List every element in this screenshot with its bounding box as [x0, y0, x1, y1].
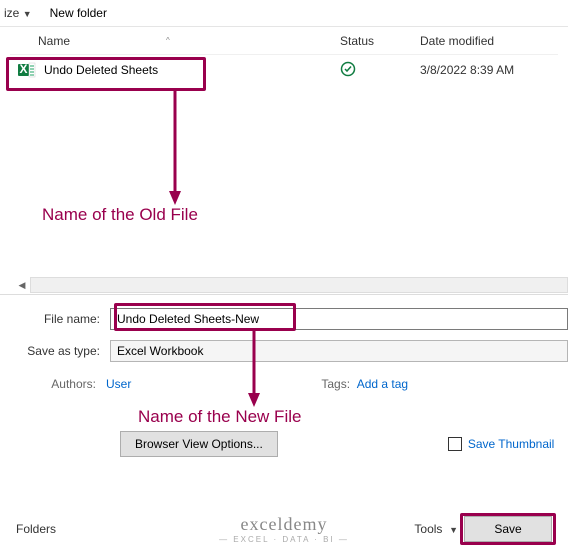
column-headers: Name^ Status Date modified	[10, 27, 558, 55]
file-name-input[interactable]	[110, 308, 568, 330]
svg-text:X: X	[19, 62, 27, 76]
watermark: exceldemy — EXCEL · DATA · BI —	[219, 514, 349, 544]
footer-bar: Folders exceldemy — EXCEL · DATA · BI — …	[0, 516, 568, 542]
browser-view-options-button[interactable]: Browser View Options...	[120, 431, 278, 457]
save-type-select[interactable]: Excel Workbook	[110, 340, 568, 362]
file-name: Undo Deleted Sheets	[44, 63, 158, 77]
annotation-label-old: Name of the Old File	[42, 205, 198, 225]
save-form: File name: Save as type: Excel Workbook …	[0, 295, 568, 457]
folders-toggle[interactable]: Folders	[16, 522, 56, 536]
authors-label: Authors:	[0, 377, 106, 391]
chevron-down-icon: ▼	[449, 525, 458, 535]
chevron-down-icon: ▼	[23, 9, 32, 19]
file-date: 3/8/2022 8:39 AM	[420, 63, 558, 77]
tags-value[interactable]: Add a tag	[357, 377, 408, 391]
column-date[interactable]: Date modified	[420, 34, 558, 48]
sort-caret-icon: ^	[166, 36, 170, 45]
excel-file-icon: X	[18, 61, 36, 79]
checkbox-icon[interactable]	[448, 437, 462, 451]
scroll-track[interactable]	[30, 277, 568, 293]
table-row[interactable]: X Undo Deleted Sheets 3/8/2022 8:39 AM	[10, 55, 558, 85]
horizontal-scrollbar[interactable]: ◀	[14, 276, 568, 294]
new-folder-button[interactable]: New folder	[50, 6, 107, 20]
annotation-arrow-2	[244, 331, 264, 407]
save-type-label: Save as type:	[0, 344, 110, 358]
annotation-label-new: Name of the New File	[138, 407, 301, 427]
save-thumbnail-option[interactable]: Save Thumbnail	[448, 437, 555, 451]
organize-menu[interactable]: ize ▼	[4, 6, 32, 20]
file-name-label: File name:	[0, 312, 110, 326]
toolbar: ize ▼ New folder	[0, 0, 568, 27]
status-check-icon	[340, 61, 356, 77]
save-button[interactable]: Save	[464, 516, 552, 542]
column-status[interactable]: Status	[340, 34, 420, 48]
scroll-left-icon[interactable]: ◀	[14, 277, 30, 293]
tools-menu[interactable]: Tools ▼	[414, 522, 458, 536]
tags-label: Tags:	[321, 377, 350, 391]
column-name[interactable]: Name^	[10, 34, 340, 48]
annotation-arrow-1	[165, 91, 185, 205]
authors-value[interactable]: User	[106, 377, 131, 391]
file-list-pane: Name^ Status Date modified X Undo Delete…	[0, 27, 568, 295]
